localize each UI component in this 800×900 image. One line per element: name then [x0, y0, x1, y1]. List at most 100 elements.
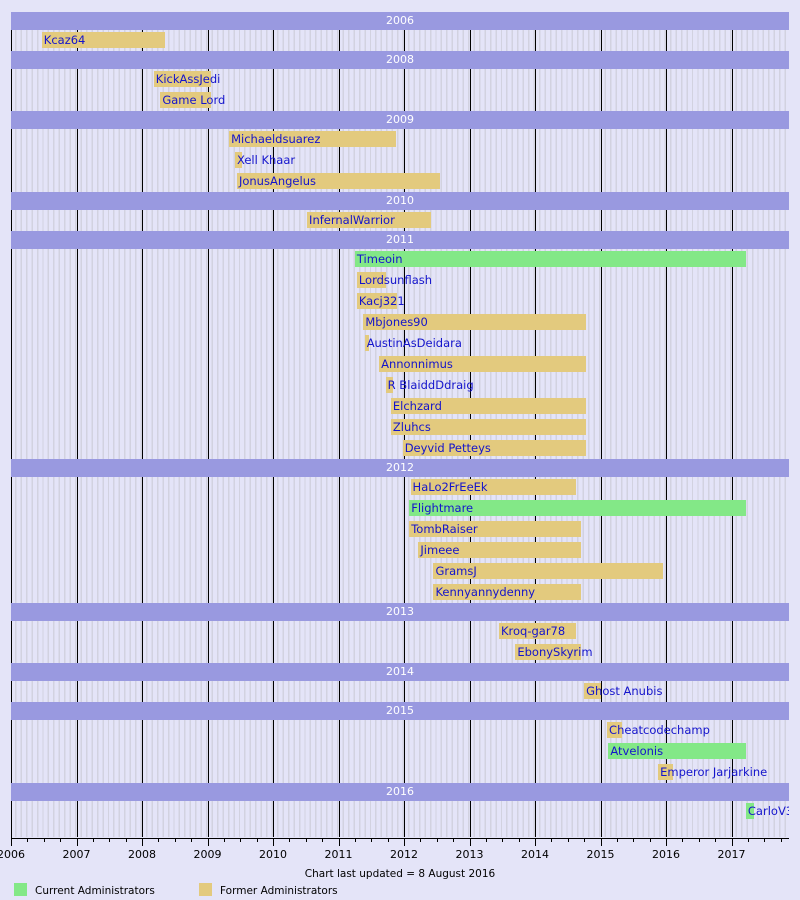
gantt-row: Kroq-gar78	[11, 621, 789, 642]
gantt-bar-label: Elchzard	[392, 399, 442, 413]
gantt-bar-label: Annonnimus	[381, 357, 453, 371]
x-tick-label-2015: 2015	[586, 848, 615, 861]
year-header-2008: 2008	[11, 51, 789, 69]
gantt-bar-label: InfernalWarrior	[309, 213, 395, 227]
x-tick-minor	[191, 838, 193, 842]
x-tick-minor	[158, 838, 160, 842]
gantt-row: Kcaz64	[11, 30, 789, 51]
year-header-2014: 2014	[11, 663, 789, 681]
x-tick-label-2012: 2012	[390, 848, 418, 861]
gantt-row: Elchzard	[11, 396, 789, 417]
x-tick-minor	[240, 838, 242, 842]
gantt-row: KickAssJedi	[11, 69, 789, 90]
gantt-bar-label: Deyvid Petteys	[404, 441, 491, 455]
x-tick-label-2009: 2009	[193, 848, 222, 861]
last-updated-note: Chart last updated = 8 August 2016	[304, 868, 496, 880]
gantt-row: Timeoin	[11, 249, 789, 270]
gantt-row: InfernalWarrior	[11, 210, 789, 231]
x-tick-minor	[223, 838, 225, 842]
gantt-bar-label: Michaeldsuarez	[231, 132, 321, 146]
x-tick-label-2011: 2011	[324, 848, 353, 861]
gantt-bar-label: Kcaz64	[43, 33, 86, 47]
gantt-chart: 2006 Kcaz64 2008 KickAssJedi Game Lord 2009 Mi…	[0, 0, 800, 900]
legend-swatch-former	[199, 883, 212, 896]
x-tick-major	[76, 838, 78, 846]
x-tick-major	[11, 838, 12, 846]
x-tick-minor	[551, 838, 553, 842]
legend-label: Former Administrators	[220, 885, 338, 897]
gantt-row: Michaeldsuarez	[11, 129, 789, 150]
legend-label: Current Administrators	[35, 885, 155, 897]
x-tick-label-2016: 2016	[652, 848, 680, 861]
x-tick-minor	[584, 838, 586, 842]
gantt-bar-label: GramsJ	[435, 564, 477, 578]
x-tick-minor	[43, 838, 45, 842]
x-tick-minor	[616, 838, 618, 842]
gantt-bar-label: Xell Khaar	[237, 153, 296, 167]
year-header-2015: 2015	[11, 702, 789, 720]
gantt-bar-label: TombRaiser	[411, 522, 478, 536]
year-header-2016: 2016	[11, 783, 789, 801]
gantt-bar-label: Atvelonis	[610, 744, 664, 758]
gantt-bar-label: JonusAngelus	[238, 174, 316, 188]
x-tick-minor	[371, 838, 373, 842]
x-tick-label-2010: 2010	[259, 848, 287, 861]
x-tick-minor	[305, 838, 307, 842]
gantt-bar-label: EbonySkyrim	[517, 645, 593, 659]
gantt-bar-label: HaLo2FrEeEk	[412, 480, 488, 494]
gantt-row: Flightmare	[11, 498, 789, 519]
x-tick-label-2014: 2014	[521, 848, 549, 861]
gantt-row: AustinAsDeidara	[11, 333, 789, 354]
x-tick-minor	[174, 838, 176, 842]
gantt-row: GramsJ	[11, 561, 789, 582]
x-tick-major	[469, 838, 471, 846]
gantt-bar-current[interactable]	[354, 251, 746, 267]
x-tick-minor	[485, 838, 487, 842]
gantt-row: Annonnimus	[11, 354, 789, 375]
gantt-bar-label: KickAssJedi	[155, 72, 221, 86]
x-tick-label-2013: 2013	[455, 848, 484, 861]
gantt-bar-label: R BlaiddDdraig	[387, 378, 474, 392]
x-tick-minor	[453, 838, 455, 842]
x-tick-minor	[256, 838, 258, 842]
x-tick-minor	[567, 838, 569, 842]
x-tick-minor	[420, 838, 422, 842]
x-tick-minor	[27, 838, 29, 842]
year-header-2011: 2011	[11, 231, 789, 249]
x-tick-major	[666, 838, 667, 846]
gantt-bar-label: Jimeee	[420, 543, 460, 557]
x-tick-major	[404, 838, 405, 846]
x-tick-major	[207, 838, 209, 846]
x-tick-minor	[682, 838, 684, 842]
gantt-bar-label: Cheatcodechamp	[609, 723, 710, 737]
gantt-bar-label: CarloV3r	[747, 804, 789, 818]
x-tick-minor	[92, 838, 94, 842]
gantt-bar-label: Flightmare	[411, 501, 474, 515]
year-header-2009: 2009	[11, 111, 789, 129]
gantt-row: Mbjones90	[11, 312, 789, 333]
x-tick-label-2007: 2007	[62, 848, 91, 861]
gantt-bar-label: Emperor Jarjarkine	[660, 765, 768, 779]
gantt-bar-label: Zluhcs	[392, 420, 431, 434]
gantt-row: Game Lord	[11, 90, 789, 111]
x-tick-major	[731, 838, 733, 846]
gantt-bar-label: Game Lord	[162, 93, 226, 107]
gantt-row: Lordsunflash	[11, 270, 789, 291]
x-tick-minor	[436, 838, 438, 842]
x-tick-minor	[649, 838, 651, 842]
year-header-2013: 2013	[11, 603, 789, 621]
gantt-row: HaLo2FrEeEk	[11, 477, 789, 498]
x-tick-minor	[354, 838, 356, 842]
gantt-row: Emperor Jarjarkine	[11, 762, 789, 783]
x-tick-minor	[764, 838, 766, 842]
x-tick-minor	[289, 838, 291, 842]
gantt-row: Zluhcs	[11, 417, 789, 438]
gantt-row: CarloV3r	[11, 801, 789, 822]
gantt-row: Jimeee	[11, 540, 789, 561]
x-tick-minor	[125, 838, 127, 842]
x-tick-minor	[715, 838, 717, 842]
plot-area: 2006 Kcaz64 2008 KickAssJedi Game Lord 2009 Mi…	[11, 12, 789, 837]
year-header-2010: 2010	[11, 192, 789, 210]
gantt-row: Cheatcodechamp	[11, 720, 789, 741]
gantt-row: Kennyannydenny	[11, 582, 789, 603]
